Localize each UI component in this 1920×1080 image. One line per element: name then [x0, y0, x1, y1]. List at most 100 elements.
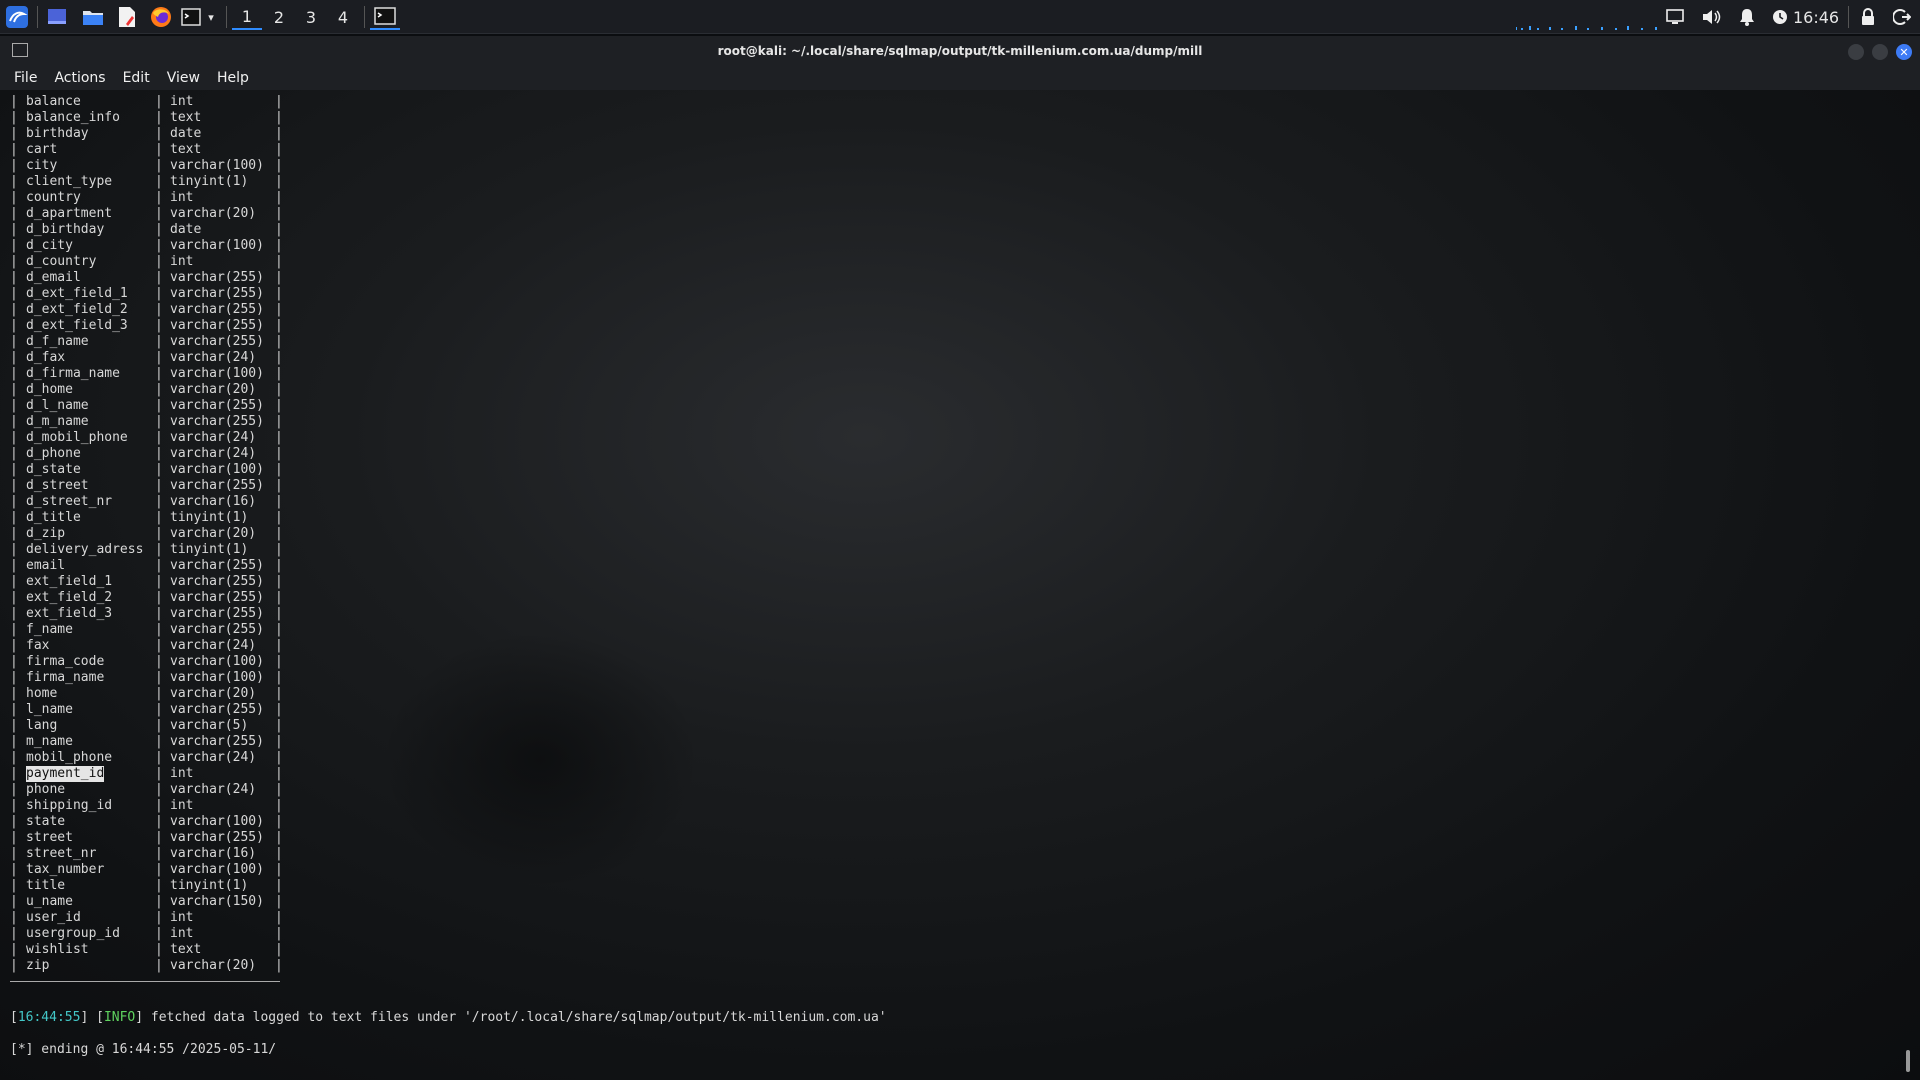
terminal-window-icon[interactable] [12, 43, 28, 57]
column-type: varchar(255) [170, 574, 264, 589]
table-row: | d_mobil_phone | varchar(24) | [10, 430, 292, 446]
table-pipe: | [10, 686, 18, 701]
table-pipe: | [155, 222, 163, 237]
minimize-button[interactable] [1848, 44, 1864, 60]
column-type: varchar(100) [170, 462, 264, 477]
table-row: | d_phone | varchar(24) | [10, 446, 292, 462]
table-pipe: | [275, 350, 283, 365]
table-row: | d_l_name | varchar(255) | [10, 398, 292, 414]
firefox-icon[interactable] [148, 4, 174, 30]
taskbar-terminal-window[interactable] [370, 4, 400, 30]
table-pipe: | [155, 334, 163, 349]
table-pipe: | [155, 462, 163, 477]
table-pipe: | [10, 750, 18, 765]
table-pipe: | [275, 318, 283, 333]
column-name: state [26, 814, 66, 829]
table-row: | d_ext_field_2 | varchar(255) | [10, 302, 292, 318]
column-type: tinyint(1) [170, 878, 249, 893]
terminal-scrollbar[interactable] [1906, 1050, 1910, 1072]
column-name: fax [26, 638, 50, 653]
menu-file[interactable]: File [14, 70, 37, 86]
table-pipe: | [10, 734, 18, 749]
table-row: | street_nr | varchar(16) | [10, 846, 292, 862]
table-row: | ext_field_2 | varchar(255) | [10, 590, 292, 606]
table-bottom-border [10, 981, 280, 982]
column-type: varchar(255) [170, 398, 264, 413]
table-row: | d_birthday | date | [10, 222, 292, 238]
column-name: country [26, 190, 81, 205]
column-type: varchar(24) [170, 638, 257, 653]
column-type: int [170, 94, 194, 109]
lock-screen-icon[interactable] [1856, 4, 1880, 30]
table-row: | delivery_adress | tinyint(1) | [10, 542, 292, 558]
column-name: firma_name [26, 670, 105, 685]
column-type: varchar(100) [170, 862, 264, 877]
menu-actions[interactable]: Actions [54, 70, 105, 86]
menu-help[interactable]: Help [217, 70, 249, 86]
menu-view[interactable]: View [167, 70, 200, 86]
column-name: d_city [26, 238, 73, 253]
table-pipe: | [275, 398, 283, 413]
table-pipe: | [275, 190, 283, 205]
workspace-3[interactable]: 3 [296, 4, 326, 30]
table-row: | phone | varchar(24) | [10, 782, 292, 798]
menu-edit[interactable]: Edit [123, 70, 150, 86]
table-row: | title | tinyint(1) | [10, 878, 292, 894]
close-button[interactable]: ✕ [1896, 44, 1912, 60]
table-row: | client_type | tinyint(1) | [10, 174, 292, 190]
logout-icon[interactable] [1890, 4, 1914, 30]
kali-menu-icon[interactable] [4, 4, 30, 30]
table-pipe: | [155, 110, 163, 125]
table-pipe: | [275, 670, 283, 685]
table-pipe: | [275, 94, 283, 109]
table-pipe: | [155, 814, 163, 829]
table-pipe: | [275, 174, 283, 189]
table-pipe: | [275, 878, 283, 893]
table-pipe: | [10, 494, 18, 509]
table-row: | ext_field_1 | varchar(255) | [10, 574, 292, 590]
table-pipe: | [275, 654, 283, 669]
column-type: varchar(255) [170, 478, 264, 493]
table-pipe: | [155, 958, 163, 973]
table-pipe: | [155, 734, 163, 749]
table-pipe: | [275, 222, 283, 237]
workspace-2[interactable]: 2 [264, 4, 294, 30]
maximize-button[interactable] [1872, 44, 1888, 60]
table-pipe: | [275, 510, 283, 525]
table-pipe: | [155, 174, 163, 189]
panel-clock[interactable]: 16:46 [1793, 4, 1839, 30]
table-pipe: | [275, 494, 283, 509]
table-pipe: | [275, 862, 283, 877]
display-icon[interactable] [1662, 4, 1688, 30]
show-desktop-icon[interactable] [44, 4, 70, 30]
chevron-down-icon[interactable]: ▾ [204, 4, 218, 30]
table-row: | email | varchar(255) | [10, 558, 292, 574]
table-pipe: | [155, 846, 163, 861]
table-pipe: | [10, 126, 18, 141]
terminal-launcher-icon[interactable] [180, 4, 202, 30]
column-name: d_street_nr [26, 494, 113, 509]
workspace-1[interactable]: 1 [232, 4, 262, 30]
column-type: varchar(100) [170, 670, 264, 685]
volume-icon[interactable] [1698, 4, 1724, 30]
table-pipe: | [275, 430, 283, 445]
notifications-bell-icon[interactable] [1734, 4, 1760, 30]
table-pipe: | [10, 830, 18, 845]
text-editor-icon[interactable] [114, 4, 140, 30]
column-name: balance_info [26, 110, 120, 125]
column-name: title [26, 878, 66, 893]
column-name: usergroup_id [26, 926, 120, 941]
table-pipe: | [275, 142, 283, 157]
table-pipe: | [10, 94, 18, 109]
table-pipe: | [275, 590, 283, 605]
workspace-4[interactable]: 4 [328, 4, 358, 30]
file-manager-icon[interactable] [80, 4, 106, 30]
table-pipe: | [275, 206, 283, 221]
column-type: varchar(24) [170, 750, 257, 765]
window-titlebar[interactable]: root@kali: ~/.local/share/sqlmap/output/… [0, 36, 1920, 66]
table-pipe: | [10, 302, 18, 317]
table-pipe: | [275, 622, 283, 637]
terminal-output[interactable]: | balance | int | | balance_info | text | | birthda… [0, 90, 1920, 1080]
panel-separator [1848, 6, 1849, 28]
table-pipe: | [10, 318, 18, 333]
